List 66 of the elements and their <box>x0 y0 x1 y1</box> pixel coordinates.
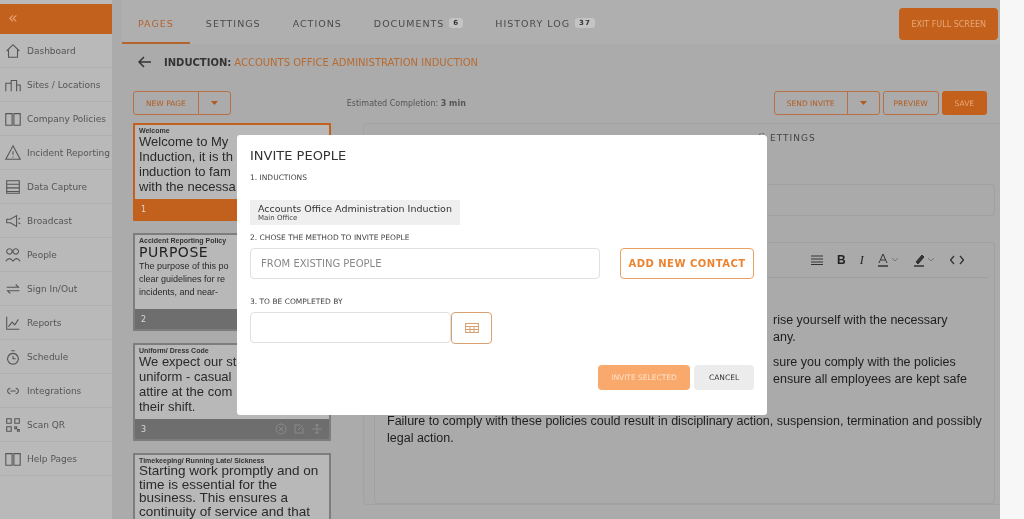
estimated-completion: Estimated Completion: 3 min <box>346 98 466 108</box>
page-number: 1 <box>141 204 147 214</box>
editor-text: sure you comply with the policies <box>773 354 956 371</box>
editor-text: legal action. <box>387 430 454 447</box>
date-field[interactable] <box>250 312 451 343</box>
page-text: Starting work promptly and on <box>139 464 319 478</box>
add-new-contact-button[interactable]: ADD NEW CONTACT <box>620 248 754 279</box>
page-text: continuity of service and that <box>139 504 311 518</box>
page-text: Induction, it is th <box>139 149 233 164</box>
sidebar-item[interactable]: Data Capture <box>0 170 112 204</box>
align-icon[interactable] <box>811 255 824 265</box>
page-text: The purpose of this po <box>139 260 229 273</box>
back-arrow-icon[interactable] <box>138 56 152 68</box>
sidebar-item[interactable]: Reports <box>0 306 112 340</box>
sidebar-item[interactable]: Sites / Locations <box>0 68 112 102</box>
bold-button[interactable]: B <box>837 253 846 267</box>
tab[interactable]: PAGES <box>122 4 190 44</box>
qr-code-icon <box>4 415 22 434</box>
sidebar-item[interactable]: Integrations <box>0 374 112 408</box>
page-heading: PURPOSE <box>139 244 209 260</box>
caret-icon <box>210 101 218 105</box>
editor-text: rise yourself with the necessary <box>773 312 948 329</box>
sidebar-item[interactable]: Broadcast <box>0 204 112 238</box>
page-text: incidents, and near- <box>139 286 219 299</box>
warning-icon <box>4 143 22 162</box>
caret-icon <box>859 101 867 105</box>
page-text: business. This ensures a <box>139 491 289 505</box>
italic-button[interactable]: I <box>859 252 864 268</box>
page-text: with the necessa <box>139 179 236 194</box>
page-text: We expect our st <box>139 354 237 369</box>
page-text: their shift. <box>139 399 196 414</box>
page-number: 2 <box>141 314 147 324</box>
tab[interactable]: SETTINGS <box>189 4 277 44</box>
calendar-icon <box>464 323 479 333</box>
text-color-icon[interactable] <box>877 253 900 267</box>
sidebar-item[interactable]: Schedule <box>0 340 112 374</box>
house-icon <box>4 41 22 60</box>
breadcrumb-label: INDUCTION: <box>164 56 232 68</box>
sidebar-item[interactable]: Incident Reporting <box>0 136 112 170</box>
page-text: uniform - casual <box>139 369 232 384</box>
list-icon <box>4 177 22 196</box>
page-text: induction to fam <box>139 164 231 179</box>
sidebar-item[interactable]: Company Policies <box>0 102 112 136</box>
editor-text: any. <box>773 329 796 346</box>
editor-text: ensure all employees are kept safe <box>773 371 967 388</box>
calendar-button[interactable] <box>451 312 492 344</box>
page-text: clear guidelines for re <box>139 273 226 286</box>
tab[interactable]: ACTIONS <box>276 4 358 44</box>
page-number: 3 <box>141 424 147 434</box>
induction-title: ACCOUNTS OFFICE ADMINISTRATION INDUCTION <box>234 56 479 68</box>
editor-text: Failure to comply with these policies could result in disciplinary action, suspension, termination and possibly <box>387 413 982 430</box>
page-text: time is essential for the <box>139 477 278 491</box>
sidebar-item[interactable]: Sign In/Out <box>0 272 112 306</box>
highlighter-icon[interactable] <box>913 253 936 267</box>
sidebar-item[interactable]: Dashboard <box>0 34 112 68</box>
exit-full-screen-button[interactable]: EXIT FULL SCREEN <box>899 8 998 40</box>
editor-settings-tab[interactable]: ETTINGS <box>770 133 816 143</box>
sidebar-item[interactable]: People <box>0 238 112 272</box>
sidebar-item[interactable]: Help Pages <box>0 442 112 476</box>
sidebar-item[interactable]: Scan QR <box>0 408 112 442</box>
code-icon[interactable] <box>949 255 964 265</box>
clock-icon <box>4 347 22 366</box>
people-field[interactable]: FROM EXISTING PEOPLE <box>250 248 600 279</box>
page-text: attire at the com <box>139 384 233 399</box>
people-icon <box>4 245 22 264</box>
page-text: Welcome to My <box>139 134 229 149</box>
